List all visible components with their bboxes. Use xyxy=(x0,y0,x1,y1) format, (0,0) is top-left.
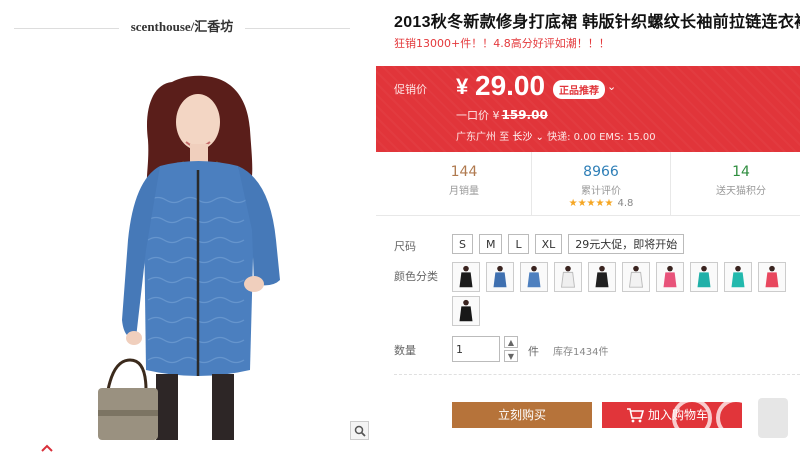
dress-thumb-blue-icon xyxy=(493,265,507,288)
stat-value: 8966 xyxy=(583,164,619,180)
size-options: S M L XL 29元大促，即将开始 xyxy=(452,234,685,254)
ship-from: 广东广州 xyxy=(456,132,496,143)
shipping-info: 广东广州 至 长沙 ⌄ 快递: 0.00 EMS: 15.00 xyxy=(456,128,656,143)
caret-up-icon[interactable] xyxy=(41,443,53,453)
product-title: 2013秋冬新款修身打底裙 韩版针织螺纹长袖前拉链连衣裙 xyxy=(394,14,800,31)
color-swatch[interactable] xyxy=(656,262,684,292)
quantity-decrease-button[interactable]: ▼ xyxy=(504,350,518,362)
shop-name[interactable]: scenthouse/汇香坊 xyxy=(14,16,350,35)
gallery-panel: scenthouse/汇香坊 xyxy=(0,0,376,457)
divider xyxy=(394,374,800,375)
color-swatch[interactable] xyxy=(520,262,548,292)
dress-thumb-teal-icon xyxy=(697,265,711,288)
star-icons: ★★★★★ xyxy=(568,198,614,209)
product-subtitle: 狂销13000+件！！4.8高分好评如潮！！！ xyxy=(394,37,610,50)
dress-thumb-teal2-icon xyxy=(731,265,745,288)
ship-to-city: 长沙 xyxy=(512,132,533,143)
product-photo[interactable] xyxy=(94,70,314,440)
stat-value: 144 xyxy=(450,164,478,180)
original-price-prefix: 一口价 ¥ xyxy=(456,109,500,122)
cart-icon xyxy=(627,408,644,423)
dress-thumb-black-icon xyxy=(459,265,473,288)
original-price: 一口价 ¥159.00 xyxy=(456,107,548,123)
chevron-down-icon[interactable]: ⌄ xyxy=(607,80,616,93)
price-currency: ¥ xyxy=(456,74,469,99)
dress-thumb-blue2-icon xyxy=(527,265,541,288)
divider-line xyxy=(245,28,350,29)
size-option[interactable]: M xyxy=(478,234,503,254)
quantity-input[interactable]: 1 xyxy=(452,336,500,362)
color-swatches xyxy=(452,262,792,326)
price-box: 促销价 ¥ 29.00 正品推荐 ⌄ 一口价 ¥159.00 广东广州 至 长沙… xyxy=(376,66,800,152)
product-info-panel: 2013秋冬新款修身打底裙 韩版针织螺纹长袖前拉链连衣裙 狂销13000+件！！… xyxy=(376,0,800,457)
stats-bar: 144 月销量 8966 累计评价 ★★★★★ 4.8 14 送天猫积分 xyxy=(376,152,800,216)
promo-option[interactable]: 29元大促，即将开始 xyxy=(568,234,685,254)
color-swatch[interactable] xyxy=(554,262,582,292)
color-label: 颜色分类 xyxy=(394,270,438,283)
dress-thumb-black2-icon xyxy=(595,265,609,288)
dress-thumb-white-icon xyxy=(560,265,576,288)
size-option[interactable]: S xyxy=(452,234,473,254)
size-option[interactable]: XL xyxy=(534,234,563,254)
color-swatch[interactable] xyxy=(758,262,786,292)
size-option[interactable]: L xyxy=(508,234,529,254)
ship-to-word: 至 xyxy=(499,132,510,143)
stat-label: 送天猫积分 xyxy=(716,186,766,197)
magnifier-icon xyxy=(354,425,366,437)
dress-thumb-red-icon xyxy=(765,265,779,288)
stat-label: 月销量 xyxy=(449,186,479,197)
dress-thumb-white2-icon xyxy=(628,265,644,288)
color-swatch[interactable] xyxy=(452,262,480,292)
price-label: 促销价 xyxy=(394,83,427,96)
stat-reviews[interactable]: 8966 累计评价 ★★★★★ 4.8 xyxy=(531,152,671,216)
quantity-unit: 件 xyxy=(528,345,539,358)
stat-value: 14 xyxy=(732,164,750,180)
dress-thumb-pink-icon xyxy=(663,265,677,288)
color-swatch[interactable] xyxy=(622,262,650,292)
original-price-value: 159.00 xyxy=(501,108,548,122)
color-swatch[interactable] xyxy=(724,262,752,292)
stat-points: 14 送天猫积分 xyxy=(671,152,800,216)
stat-monthly-sales: 144 月销量 xyxy=(394,152,534,216)
color-swatch[interactable] xyxy=(588,262,616,292)
ship-fees: 快递: 0.00 EMS: 15.00 xyxy=(547,132,656,143)
stock-count: 库存1434件 xyxy=(553,347,609,358)
ship-to-select[interactable]: 长沙 ⌄ xyxy=(512,132,544,143)
buy-now-button[interactable]: 立刻购买 xyxy=(452,402,592,428)
stat-label: 累计评价 xyxy=(581,186,621,197)
color-swatch[interactable] xyxy=(690,262,718,292)
quantity-label: 数量 xyxy=(394,344,416,357)
price-value: 29.00 xyxy=(475,70,546,101)
quantity-increase-button[interactable]: ▲ xyxy=(504,336,518,348)
rating-score: 4.8 xyxy=(617,198,634,209)
authentic-badge[interactable]: 正品推荐 xyxy=(553,80,605,99)
watermark-logo xyxy=(672,398,788,438)
dress-thumb-black3-icon xyxy=(459,299,473,322)
size-label: 尺码 xyxy=(394,240,416,253)
shop-header: scenthouse/汇香坊 xyxy=(14,16,350,36)
zoom-button[interactable] xyxy=(350,421,369,440)
color-swatch[interactable] xyxy=(452,296,480,326)
rating-stars: ★★★★★ 4.8 xyxy=(532,198,670,209)
color-swatch[interactable] xyxy=(486,262,514,292)
